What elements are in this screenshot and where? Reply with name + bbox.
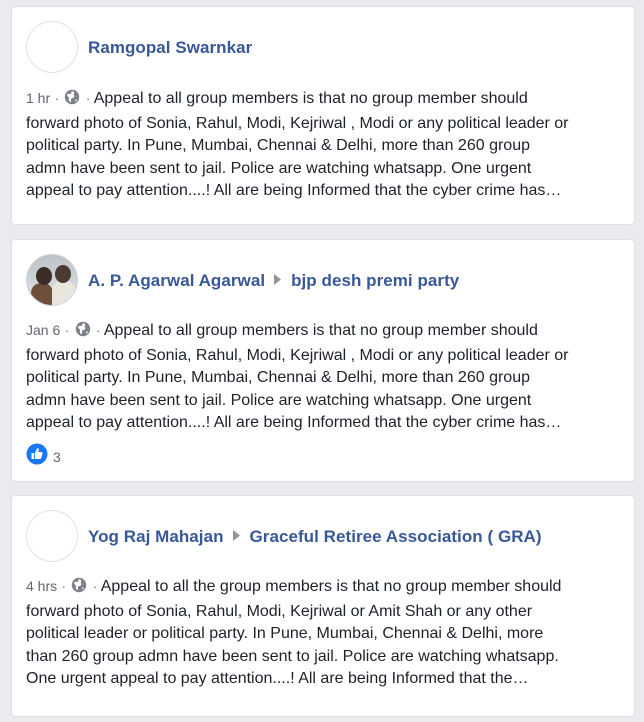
globe-icon <box>75 321 91 345</box>
globe-icon <box>71 577 87 601</box>
avatar-figure <box>36 267 52 285</box>
like-icon <box>26 443 48 470</box>
post-header: Yog Raj Mahajan Graceful Retiree Associa… <box>26 510 622 564</box>
avatar-figure <box>52 281 76 305</box>
post-text-line: Appeal to all group members is that no g… <box>93 90 528 107</box>
post-text-line: appeal to pay attention....! All are bei… <box>26 414 562 431</box>
post-header: Ramgopal Swarnkar <box>26 21 622 75</box>
separator-dot: · <box>95 323 101 338</box>
author-name[interactable]: A. P. Agarwal Agarwal <box>88 271 265 291</box>
post-card: Yog Raj Mahajan Graceful Retiree Associa… <box>11 495 635 717</box>
avatar[interactable] <box>26 510 78 562</box>
author-name[interactable]: Yog Raj Mahajan <box>88 527 224 547</box>
caret-right-icon <box>232 528 240 546</box>
separator-dot: · <box>54 91 59 106</box>
author-name[interactable]: Ramgopal Swarnkar <box>88 38 252 58</box>
separator-dot: · <box>85 91 91 106</box>
group-name[interactable]: Graceful Retiree Association ( GRA) <box>250 527 542 547</box>
avatar[interactable] <box>26 21 78 73</box>
group-name[interactable]: bjp desh premi party <box>291 271 459 291</box>
post-text-line: Appeal to all group members is that no g… <box>103 322 538 339</box>
post-card: Ramgopal Swarnkar 1 hr · · Appeal to all… <box>11 6 635 225</box>
separator-dot: · <box>61 579 66 594</box>
reaction-summary[interactable]: 3 <box>26 443 61 470</box>
post-author-line: Yog Raj Mahajan Graceful Retiree Associa… <box>88 510 542 564</box>
post-text-line: political party. In Pune, Mumbai, Chenna… <box>26 369 530 386</box>
separator-dot: · <box>92 579 98 594</box>
post-text-line: political party. In Pune, Mumbai, Chenna… <box>26 137 530 154</box>
post-timestamp[interactable]: Jan 6 <box>26 322 60 338</box>
separator-dot: · <box>64 323 70 338</box>
caret-right-icon <box>274 272 282 290</box>
avatar-figure <box>31 283 53 305</box>
post-body: 4 hrs · · Appeal to all the group member… <box>26 575 626 691</box>
post-text-line: than 260 group admn have been sent to ja… <box>26 647 559 665</box>
post-body: 1 hr · · Appeal to all group members is … <box>26 87 626 203</box>
post-text-line: admn have been sent to jail. Police are … <box>26 391 532 409</box>
post-timestamp[interactable]: 1 hr <box>26 90 50 106</box>
post-text-line: One urgent appeal to pay attention....! … <box>26 670 529 687</box>
avatar[interactable] <box>26 254 78 306</box>
globe-icon <box>64 89 80 113</box>
post-text-line: forward photo of Sonia, Rahul, Modi, Kej… <box>26 602 533 620</box>
reaction-count: 3 <box>53 448 61 465</box>
avatar-figure <box>55 265 71 283</box>
post-text-line: admn have been sent to jail. Police are … <box>26 159 532 177</box>
post-text-line: appeal to pay attention....! All are bei… <box>26 182 562 199</box>
post-timestamp[interactable]: 4 hrs <box>26 578 57 594</box>
post-text-line: Appeal to all the group members is that … <box>100 578 562 595</box>
post-header: A. P. Agarwal Agarwal bjp desh premi par… <box>26 254 622 308</box>
post-body: Jan 6 · · Appeal to all group members is… <box>26 319 626 435</box>
post-text-line: political leader or political party. In … <box>26 625 544 642</box>
post-text-line: forward photo of Sonia, Rahul, Modi, Kej… <box>26 346 569 364</box>
post-author-line: Ramgopal Swarnkar <box>88 21 252 75</box>
post-card: A. P. Agarwal Agarwal bjp desh premi par… <box>11 239 635 482</box>
post-text-line: forward photo of Sonia, Rahul, Modi, Kej… <box>26 114 569 132</box>
post-author-line: A. P. Agarwal Agarwal bjp desh premi par… <box>88 254 459 308</box>
